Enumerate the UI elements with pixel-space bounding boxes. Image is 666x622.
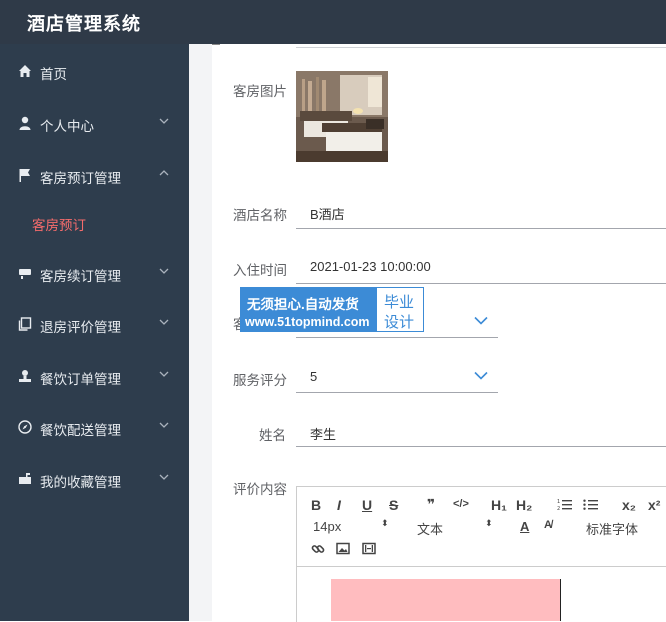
chevron-down-icon bbox=[159, 371, 169, 377]
rating-select[interactable]: 5 bbox=[310, 369, 317, 384]
app-title: 酒店管理系统 bbox=[27, 14, 141, 34]
svg-text:1: 1 bbox=[557, 499, 560, 505]
sidebar-item-dining-orders[interactable]: 餐饮订单管理 bbox=[0, 361, 189, 391]
top-bar: 酒店管理系统 bbox=[0, 0, 666, 44]
strike-button[interactable]: S bbox=[389, 497, 398, 513]
sidebar-item-home[interactable]: 首页 bbox=[0, 56, 189, 86]
sidebar-item-label: 客房预订管理 bbox=[40, 171, 121, 186]
watermark-line1: 无须担心.自动发货 bbox=[247, 297, 359, 312]
sidebar-item-checkout-review[interactable]: 退房评价管理 bbox=[0, 309, 189, 339]
sidebar-item-label: 我的收藏管理 bbox=[40, 475, 121, 490]
quote-button[interactable]: ❞ bbox=[427, 496, 435, 513]
compass-icon bbox=[18, 420, 32, 434]
watermark-left-panel: 无须担心.自动发货 www.51topmind.com bbox=[240, 287, 376, 332]
chevron-down-icon bbox=[159, 474, 169, 480]
format-arrows-icon[interactable]: ⬍ bbox=[485, 518, 493, 529]
background-color-icon[interactable]: A̸ bbox=[544, 519, 552, 531]
chevron-down-icon bbox=[159, 319, 169, 325]
sidebar-item-label: 客房续订管理 bbox=[40, 269, 121, 284]
font-size-arrows-icon[interactable]: ⬍ bbox=[381, 518, 389, 529]
sidebar-item-label: 个人中心 bbox=[40, 119, 94, 134]
room-image-label: 客房图片 bbox=[233, 84, 287, 99]
sidebar-item-room-booking[interactable]: 客房预订管理 bbox=[0, 160, 189, 190]
sidebar-item-label: 餐饮订单管理 bbox=[40, 372, 121, 387]
chevron-down-icon bbox=[159, 118, 169, 124]
sidebar-item-label: 退房评价管理 bbox=[40, 320, 121, 335]
superscript-button[interactable]: x² bbox=[648, 497, 660, 513]
watermark-right1: 毕业 bbox=[384, 294, 415, 311]
hotel-name-label: 酒店名称 bbox=[233, 208, 287, 223]
h2-button[interactable]: H₂ bbox=[516, 497, 532, 513]
sidebar-subitem-room-booking[interactable]: 客房预订 bbox=[32, 214, 86, 234]
text-format-select[interactable]: 文本 bbox=[417, 519, 443, 538]
chevron-down-icon[interactable] bbox=[474, 316, 488, 325]
hotel-name-underline bbox=[296, 228, 666, 229]
flag-icon bbox=[19, 169, 30, 182]
code-button[interactable]: </> bbox=[453, 498, 469, 510]
chevron-down-icon bbox=[159, 268, 169, 274]
copy-icon bbox=[18, 317, 32, 331]
watermark-line2: www.51topmind.com bbox=[245, 315, 370, 329]
checkin-label: 入住时间 bbox=[233, 263, 287, 278]
review-label: 评价内容 bbox=[233, 482, 287, 497]
divider bbox=[296, 47, 666, 48]
subscript-button[interactable]: x₂ bbox=[622, 497, 636, 513]
chevron-up-icon bbox=[159, 170, 169, 176]
chevron-down-icon bbox=[159, 422, 169, 428]
bullet-list-icon[interactable] bbox=[583, 498, 598, 511]
checkin-field[interactable]: 2021-01-23 10:00:00 bbox=[310, 259, 431, 274]
font-color-icon[interactable]: A bbox=[520, 519, 529, 534]
hotel-name-field[interactable]: B酒店 bbox=[310, 204, 345, 223]
h1-button[interactable]: H₁ bbox=[491, 497, 507, 513]
chevron-down-icon[interactable] bbox=[474, 371, 488, 380]
sidebar-item-favorites[interactable]: 我的收藏管理 bbox=[0, 464, 189, 494]
person-icon bbox=[19, 370, 31, 382]
sidebar-item-label: 首页 bbox=[40, 67, 67, 82]
rating-underline bbox=[296, 392, 498, 393]
sidebar: 首页 个人中心 客房预订管理 客房预订 客房续订管理 退房评价管理 餐饮订单管理… bbox=[0, 44, 189, 621]
sidebar-item-profile[interactable]: 个人中心 bbox=[0, 108, 189, 138]
svg-text:2: 2 bbox=[557, 506, 560, 511]
checkin-underline bbox=[296, 283, 666, 284]
mailbox-icon bbox=[19, 473, 31, 484]
rating-label: 服务评分 bbox=[233, 373, 287, 388]
content-gutter bbox=[189, 44, 212, 621]
link-icon[interactable] bbox=[311, 542, 325, 556]
cup-icon bbox=[19, 269, 31, 279]
sidebar-item-room-renewal[interactable]: 客房续订管理 bbox=[0, 258, 189, 288]
italic-button[interactable]: I bbox=[337, 497, 341, 513]
user-icon bbox=[19, 116, 31, 130]
room-type-select[interactable] bbox=[296, 337, 498, 338]
watermark-badge: 无须担心.自动发货 www.51topmind.com 毕业 设计 bbox=[240, 287, 424, 332]
divider-mark bbox=[212, 44, 220, 45]
room-image[interactable] bbox=[296, 71, 388, 162]
name-field[interactable]: 李生 bbox=[310, 424, 336, 443]
image-icon[interactable] bbox=[336, 542, 350, 555]
name-underline bbox=[296, 446, 666, 447]
underline-button[interactable]: U bbox=[362, 497, 372, 513]
ordered-list-icon[interactable]: 12 bbox=[557, 498, 572, 511]
font-family-select[interactable]: 标准字体 bbox=[586, 519, 638, 538]
bold-button[interactable]: B bbox=[311, 497, 321, 513]
video-icon[interactable] bbox=[362, 542, 376, 555]
home-icon bbox=[19, 65, 31, 77]
watermark-right-panel: 毕业 设计 bbox=[376, 287, 424, 332]
sidebar-item-label: 餐饮配送管理 bbox=[40, 423, 121, 438]
name-label: 姓名 bbox=[259, 428, 286, 443]
sidebar-item-dining-delivery[interactable]: 餐饮配送管理 bbox=[0, 412, 189, 442]
font-size-select[interactable]: 14px bbox=[313, 519, 341, 534]
editor-content-block bbox=[331, 579, 561, 621]
watermark-right2: 设计 bbox=[384, 314, 415, 331]
room-photo-icon bbox=[296, 71, 388, 162]
